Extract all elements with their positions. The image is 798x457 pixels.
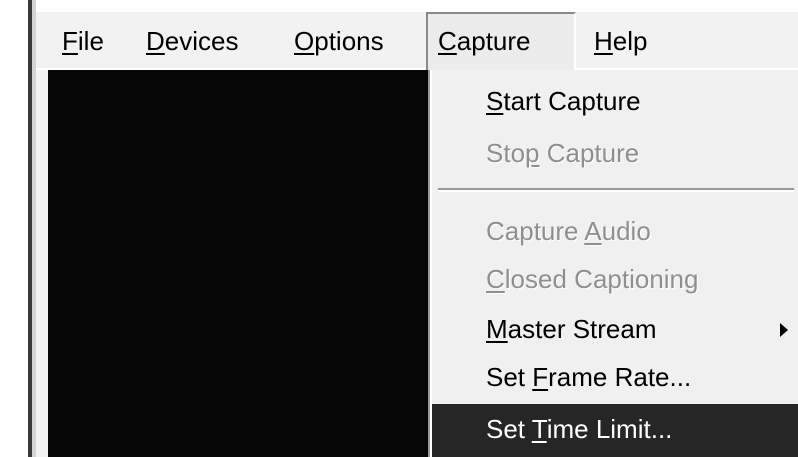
menu-file[interactable]: File	[52, 12, 114, 70]
menu-item-closed-captioning-label: losed Captioning	[504, 264, 699, 294]
menu-item-start-capture-mnemonic: S	[486, 86, 504, 116]
menu-item-capture-audio[interactable]: Capture Audio	[432, 208, 798, 254]
menu-item-set-frame-rate-label: rame Rate...	[548, 362, 692, 392]
menu-help-label: elp	[612, 26, 648, 56]
video-preview-area	[48, 70, 434, 457]
menu-item-capture-audio-pre: Capture	[486, 216, 585, 246]
menu-devices-label: evices	[164, 26, 239, 56]
menu-options-label: ptions	[314, 26, 384, 56]
menu-item-set-time-limit-label: ime Limit...	[546, 414, 673, 444]
menu-item-master-stream-label: aster Stream	[507, 314, 657, 344]
menu-help[interactable]: Help	[584, 12, 657, 70]
menu-item-capture-audio-label: udio	[601, 216, 651, 246]
menu-item-master-stream-mnemonic: M	[486, 314, 508, 344]
menu-options[interactable]: Options	[284, 12, 394, 70]
menu-separator	[438, 188, 794, 192]
submenu-arrow-icon	[780, 323, 788, 337]
menu-devices[interactable]: Devices	[136, 12, 248, 70]
menu-item-stop-capture[interactable]: Stop Capture	[432, 130, 798, 176]
menu-item-set-time-limit[interactable]: Set Time Limit...	[432, 404, 798, 457]
menu-capture-mnemonic: C	[438, 26, 457, 56]
menu-item-stop-capture-pre: Sto	[486, 138, 526, 168]
menu-capture-label: apture	[456, 26, 531, 56]
menu-item-closed-captioning-mnemonic: C	[486, 264, 505, 294]
client-area-edge	[36, 70, 48, 457]
menu-file-mnemonic: F	[62, 26, 78, 56]
menu-item-stop-capture-label: Capture	[539, 138, 640, 168]
menu-item-set-time-limit-pre: Set	[486, 414, 532, 444]
menu-bar: File Devices Options Capture Help	[36, 12, 798, 70]
menu-item-set-frame-rate-mnemonic: F	[532, 362, 549, 392]
menu-file-label: ile	[77, 26, 104, 56]
menu-item-set-frame-rate-pre: Set	[486, 362, 533, 392]
menu-item-closed-captioning[interactable]: Closed Captioning	[432, 256, 798, 302]
menu-item-master-stream[interactable]: Master Stream	[432, 306, 798, 352]
menu-devices-mnemonic: D	[146, 26, 165, 56]
menu-item-start-capture[interactable]: Start Capture	[432, 78, 798, 124]
menu-item-stop-capture-mnemonic: p	[525, 138, 540, 168]
menu-options-mnemonic: O	[294, 26, 315, 56]
menu-capture[interactable]: Capture	[426, 12, 576, 70]
menu-help-mnemonic: H	[594, 26, 613, 56]
menu-item-set-time-limit-mnemonic: T	[531, 414, 547, 444]
menu-item-capture-audio-mnemonic: A	[584, 216, 602, 246]
capture-dropdown-menu: Start Capture Stop Capture Capture Audio…	[430, 70, 798, 457]
menu-item-start-capture-label: tart Capture	[503, 86, 641, 116]
menu-item-set-frame-rate[interactable]: Set Frame Rate...	[432, 354, 798, 400]
